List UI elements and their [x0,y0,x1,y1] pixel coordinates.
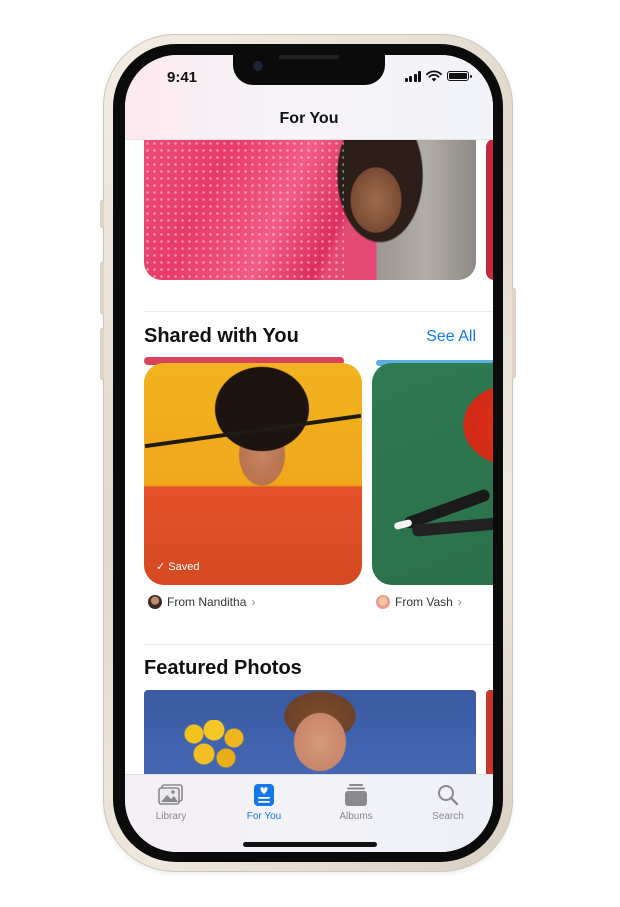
volume-up-button [100,262,104,314]
shared-photo-card[interactable]: ✓ Saved [144,363,362,585]
checkmark-icon: ✓ [156,561,166,573]
volume-down-button [100,328,104,380]
memory-card-next[interactable] [486,139,493,280]
photos-stack-icon [158,784,183,805]
cellular-signal-icon [404,70,421,82]
page-title: For You [279,110,339,127]
tab-label: Library [155,811,187,822]
status-icons [404,70,472,82]
for-you-icon [254,784,274,806]
from-label: From Nanditha [167,595,247,609]
avatar [148,595,162,609]
see-all-link[interactable]: See All [426,328,476,346]
search-icon [438,785,459,806]
wifi-icon [426,70,442,82]
tab-albums[interactable]: Albums [321,783,391,822]
tab-library[interactable]: Library [136,783,206,822]
photo-detail [144,413,362,449]
from-label: From Vash [395,595,453,609]
camera [253,61,263,71]
shared-section-title: Shared with You [144,325,299,347]
chevron-right-icon: › [457,595,462,609]
status-time: 9:41 [167,69,198,86]
featured-section-title: Featured Photos [144,657,302,679]
action-button [100,200,104,228]
saved-badge: ✓ Saved [156,560,199,573]
battery-icon [447,71,472,81]
section-divider [144,311,493,312]
tab-for-you[interactable]: For You [229,783,299,822]
chevron-right-icon: › [251,595,256,609]
speaker [279,55,339,59]
tab-bar: Library For You Albums Search [125,774,493,852]
tab-label: For You [246,811,282,822]
tab-search[interactable]: Search [413,783,483,822]
section-divider [144,644,493,645]
home-indicator[interactable] [243,842,377,847]
shared-photo-card[interactable] [372,363,493,585]
tab-label: Albums [339,811,373,822]
albums-icon [345,784,367,806]
photo-detail [180,720,250,780]
from-nanditha-link[interactable]: From Nanditha › [148,595,255,609]
notch [233,55,385,85]
avatar [376,595,390,609]
tab-label: Search [432,811,464,822]
saved-label: Saved [168,561,200,573]
power-button [512,288,516,378]
screen: Shared with You See All ✓ Saved From Nan… [125,55,493,852]
from-vash-link[interactable]: From Vash › [376,595,462,609]
